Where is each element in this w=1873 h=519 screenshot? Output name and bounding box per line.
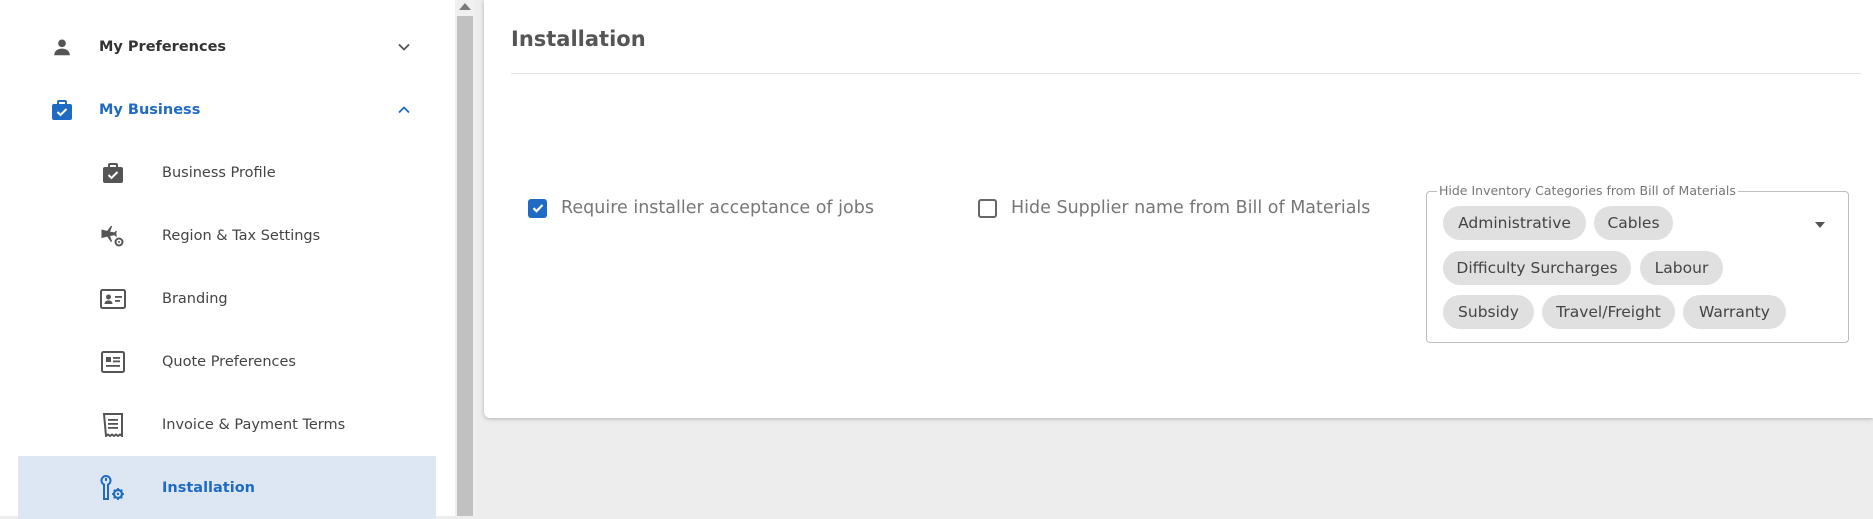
- category-chip[interactable]: Difficulty Surcharges: [1443, 250, 1631, 285]
- require-installer-acceptance-option[interactable]: Require installer acceptance of jobs: [528, 198, 874, 218]
- person-icon: [48, 33, 76, 61]
- receipt-icon: [99, 411, 127, 439]
- sidebar-item-business-profile[interactable]: Business Profile: [18, 141, 436, 204]
- hide-inventory-categories-legend: Hide Inventory Categories from Bill of M…: [1437, 183, 1738, 198]
- business-check-icon: [48, 96, 76, 124]
- title-divider: [511, 73, 1861, 74]
- sidebar-item-label: Installation: [162, 479, 255, 496]
- flight-settings-icon: [99, 222, 127, 250]
- sidebar-item-region-tax-settings[interactable]: Region & Tax Settings: [18, 204, 436, 267]
- hide-supplier-name-label: Hide Supplier name from Bill of Material…: [1011, 198, 1371, 218]
- dropdown-arrow-icon[interactable]: [1815, 222, 1825, 228]
- sidebar-item-label: Quote Preferences: [162, 353, 296, 370]
- id-card-icon: [99, 285, 127, 313]
- sidebar-item-invoice-payment-terms[interactable]: Invoice & Payment Terms: [18, 393, 436, 456]
- sidebar-item-label: Invoice & Payment Terms: [162, 416, 346, 433]
- category-chip[interactable]: Subsidy: [1443, 295, 1534, 329]
- chevron-down-icon[interactable]: [394, 37, 414, 57]
- category-chip[interactable]: Administrative: [1443, 206, 1586, 240]
- sidebar-scrollbar[interactable]: [455, 0, 475, 516]
- sidebar-item-installation[interactable]: Installation: [18, 456, 436, 519]
- category-chip[interactable]: Labour: [1640, 250, 1723, 285]
- sidebar-item-branding[interactable]: Branding: [18, 267, 436, 330]
- scroll-up-arrow-icon[interactable]: [459, 3, 471, 10]
- sidebar-item-label: Branding: [162, 290, 228, 307]
- sidebar-section-my-business[interactable]: My Business: [18, 78, 436, 141]
- category-chip[interactable]: Warranty: [1683, 295, 1786, 329]
- sidebar: My Preferences My Business Business Prof…: [0, 0, 455, 519]
- scrollbar-thumb[interactable]: [457, 16, 473, 516]
- briefcase-check-icon: [99, 159, 127, 187]
- page-title: Installation: [511, 27, 646, 51]
- category-chip[interactable]: Cables: [1594, 206, 1673, 240]
- sidebar-item-label: Business Profile: [162, 164, 276, 181]
- sidebar-item-label: Region & Tax Settings: [162, 227, 321, 244]
- wrench-gear-icon: [99, 474, 127, 502]
- hide-supplier-name-checkbox[interactable]: [978, 198, 997, 218]
- installation-card: Installation Require installer acceptanc…: [484, 0, 1873, 418]
- require-installer-acceptance-label: Require installer acceptance of jobs: [561, 198, 874, 218]
- require-installer-acceptance-checkbox[interactable]: [528, 198, 547, 218]
- hide-inventory-categories-select[interactable]: Hide Inventory Categories from Bill of M…: [1426, 183, 1849, 343]
- sidebar-section-label: My Business: [99, 101, 201, 118]
- sidebar-item-quote-preferences[interactable]: Quote Preferences: [18, 330, 436, 393]
- category-chip[interactable]: Travel/Freight: [1542, 295, 1675, 329]
- sidebar-section-my-preferences[interactable]: My Preferences: [18, 15, 436, 78]
- quote-list-icon: [99, 348, 127, 376]
- hide-supplier-name-option[interactable]: Hide Supplier name from Bill of Material…: [978, 198, 1370, 218]
- sidebar-section-label: My Preferences: [99, 38, 227, 55]
- chevron-up-icon[interactable]: [394, 100, 414, 120]
